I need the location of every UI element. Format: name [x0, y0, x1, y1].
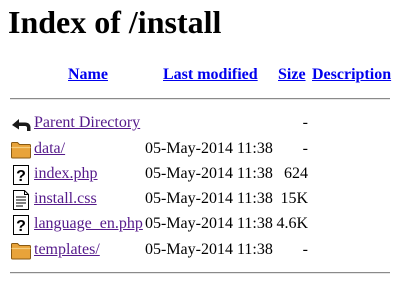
- column-header-size: Size: [278, 66, 306, 84]
- folder-icon: [10, 241, 32, 261]
- back-icon: [10, 114, 32, 134]
- listing-row-language-en-php: ? language_en.php 05-May-2014 11:38 4.6K: [0, 212, 419, 236]
- unknown-file-icon: ?: [10, 215, 32, 235]
- entry-modified: 05-May-2014 11:38: [145, 241, 273, 258]
- text-file-icon: [10, 190, 32, 210]
- footer-divider: [10, 272, 390, 274]
- svg-text:?: ?: [16, 218, 26, 235]
- sort-by-name-link[interactable]: Name: [68, 66, 108, 83]
- unknown-file-icon: ?: [10, 165, 32, 185]
- entry-modified: 05-May-2014 11:38: [145, 215, 273, 232]
- entry-size: 624: [284, 165, 308, 182]
- sort-by-last-modified-link[interactable]: Last modified: [163, 66, 258, 83]
- page-title: Index of /install: [8, 4, 222, 40]
- svg-text:?: ?: [16, 168, 26, 185]
- directory-listing-page: Index of /install Name Last modified Siz…: [0, 0, 419, 300]
- entry-modified: 05-May-2014 11:38: [145, 190, 273, 207]
- entry-size: -: [302, 241, 308, 258]
- listing-row-templates: templates/ 05-May-2014 11:38 -: [0, 238, 419, 262]
- entry-link[interactable]: language_en.php: [34, 212, 143, 236]
- header-divider: [10, 98, 390, 100]
- column-header-last-modified: Last modified: [163, 66, 258, 84]
- entry-modified: 05-May-2014 11:38: [145, 165, 273, 182]
- sort-by-description-link[interactable]: Description: [312, 66, 391, 83]
- entry-link[interactable]: Parent Directory: [34, 111, 140, 135]
- listing-row-index-php: ? index.php 05-May-2014 11:38 624: [0, 162, 419, 186]
- entry-modified: 05-May-2014 11:38: [145, 140, 273, 157]
- entry-link[interactable]: data/: [34, 137, 65, 161]
- entry-link[interactable]: templates/: [34, 238, 100, 262]
- column-header-description: Description: [312, 66, 391, 84]
- entry-size: -: [302, 140, 308, 157]
- sort-by-size-link[interactable]: Size: [278, 66, 306, 83]
- entry-size: 4.6K: [276, 215, 308, 232]
- entry-link[interactable]: install.css: [34, 187, 97, 211]
- listing-row-parent-directory: Parent Directory -: [0, 111, 419, 135]
- listing-row-data: data/ 05-May-2014 11:38 -: [0, 137, 419, 161]
- folder-icon: [10, 140, 32, 160]
- entry-size: -: [302, 114, 308, 131]
- entry-link[interactable]: index.php: [34, 162, 98, 186]
- column-header-name: Name: [68, 66, 108, 84]
- entry-size: 15K: [280, 190, 308, 207]
- listing-row-install-css: install.css 05-May-2014 11:38 15K: [0, 187, 419, 211]
